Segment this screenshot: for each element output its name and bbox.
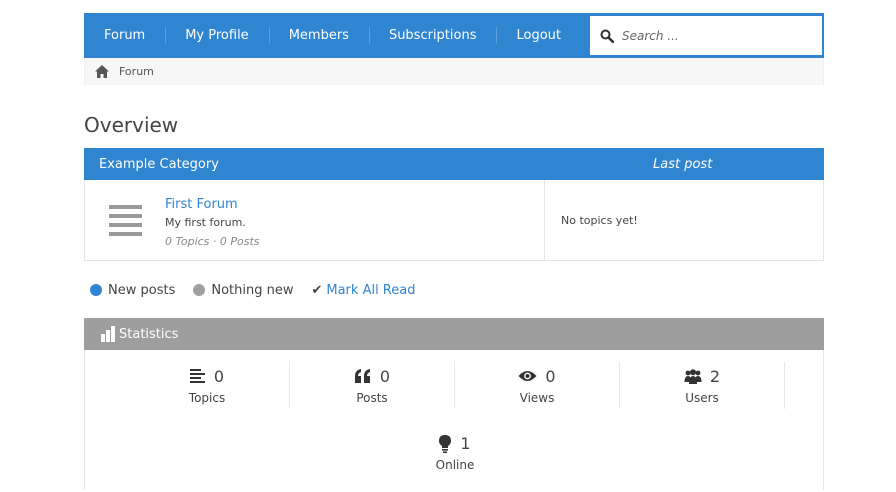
search-input[interactable] [622,28,802,43]
top-nav: Forum My Profile Members Subscriptions L… [84,13,824,58]
breadcrumb: Forum [84,58,824,85]
forum-counts: 0 Topics · 0 Posts [165,235,260,248]
forum-title-link[interactable]: First Forum [165,197,238,212]
legend: New posts Nothing new ✔ Mark All Read [84,282,824,298]
stat-topics: 0 Topics [125,362,290,409]
statistics-header: Statistics [84,318,824,350]
category-header: Example Category Last post [84,148,824,180]
forum-container: Forum My Profile Members Subscriptions L… [84,13,824,490]
legend-new-posts-label: New posts [108,282,176,298]
stat-online-value: 1 [460,434,471,453]
mark-all-read-link[interactable]: ✔ Mark All Read [311,283,415,298]
stat-views-label: Views [519,390,555,405]
quote-icon [354,369,370,383]
last-post-header: Last post [653,156,713,172]
stat-views: 0 Views [455,362,620,409]
home-icon[interactable] [95,65,109,78]
statistics-title: Statistics [119,326,179,342]
stat-users-label: Users [685,390,719,405]
stat-online-label: Online [435,458,475,472]
category-name[interactable]: Example Category [84,157,219,172]
legend-nothing-new-label: Nothing new [211,282,294,298]
legend-nothing-new: Nothing new [193,283,293,298]
statistics-body: 0 Topics 0 Posts 0 Views 2 Users 1 Onlin… [84,350,824,490]
search-box [590,16,822,55]
stat-users-value: 2 [709,366,721,386]
nav-logout[interactable]: Logout [496,13,581,58]
stat-posts-label: Posts [356,390,388,405]
nothing-new-dot-icon [193,284,206,296]
users-icon [684,368,702,384]
stat-row: 0 Topics 0 Posts 0 Views 2 Users [125,362,785,409]
stat-posts-value: 0 [379,366,391,386]
forum-info: First Forum My first forum. 0 Topics · 0… [165,180,544,260]
eye-icon [518,371,537,381]
stat-users: 2 Users [620,362,785,409]
lightbulb-icon [439,434,452,453]
nav-forum[interactable]: Forum [84,13,165,58]
stat-topics-value: 0 [213,366,225,386]
new-posts-dot-icon [90,284,102,296]
mark-all-read-label[interactable]: Mark All Read [326,283,415,298]
stat-views-value: 0 [545,366,556,386]
forum-last-post: No topics yet! [544,180,823,260]
nav-subscriptions[interactable]: Subscriptions [368,13,497,58]
search-icon[interactable] [600,29,614,43]
stat-online: 1 Online [85,434,825,472]
forum-row: First Forum My first forum. 0 Topics · 0… [84,180,824,261]
stat-topics-label: Topics [188,390,226,405]
stat-posts: 0 Posts [290,362,455,409]
page-title: Overview [84,113,179,137]
bar-chart-icon [101,326,115,342]
checkmark-icon: ✔ [311,282,323,298]
nav-my-profile[interactable]: My Profile [165,13,268,58]
list-icon [189,369,205,383]
forum-description: My first forum. [165,216,246,229]
legend-new-posts: New posts [90,283,175,298]
nav-members[interactable]: Members [268,13,369,58]
forum-status-icon [85,180,165,260]
breadcrumb-forum[interactable]: Forum [119,65,154,78]
